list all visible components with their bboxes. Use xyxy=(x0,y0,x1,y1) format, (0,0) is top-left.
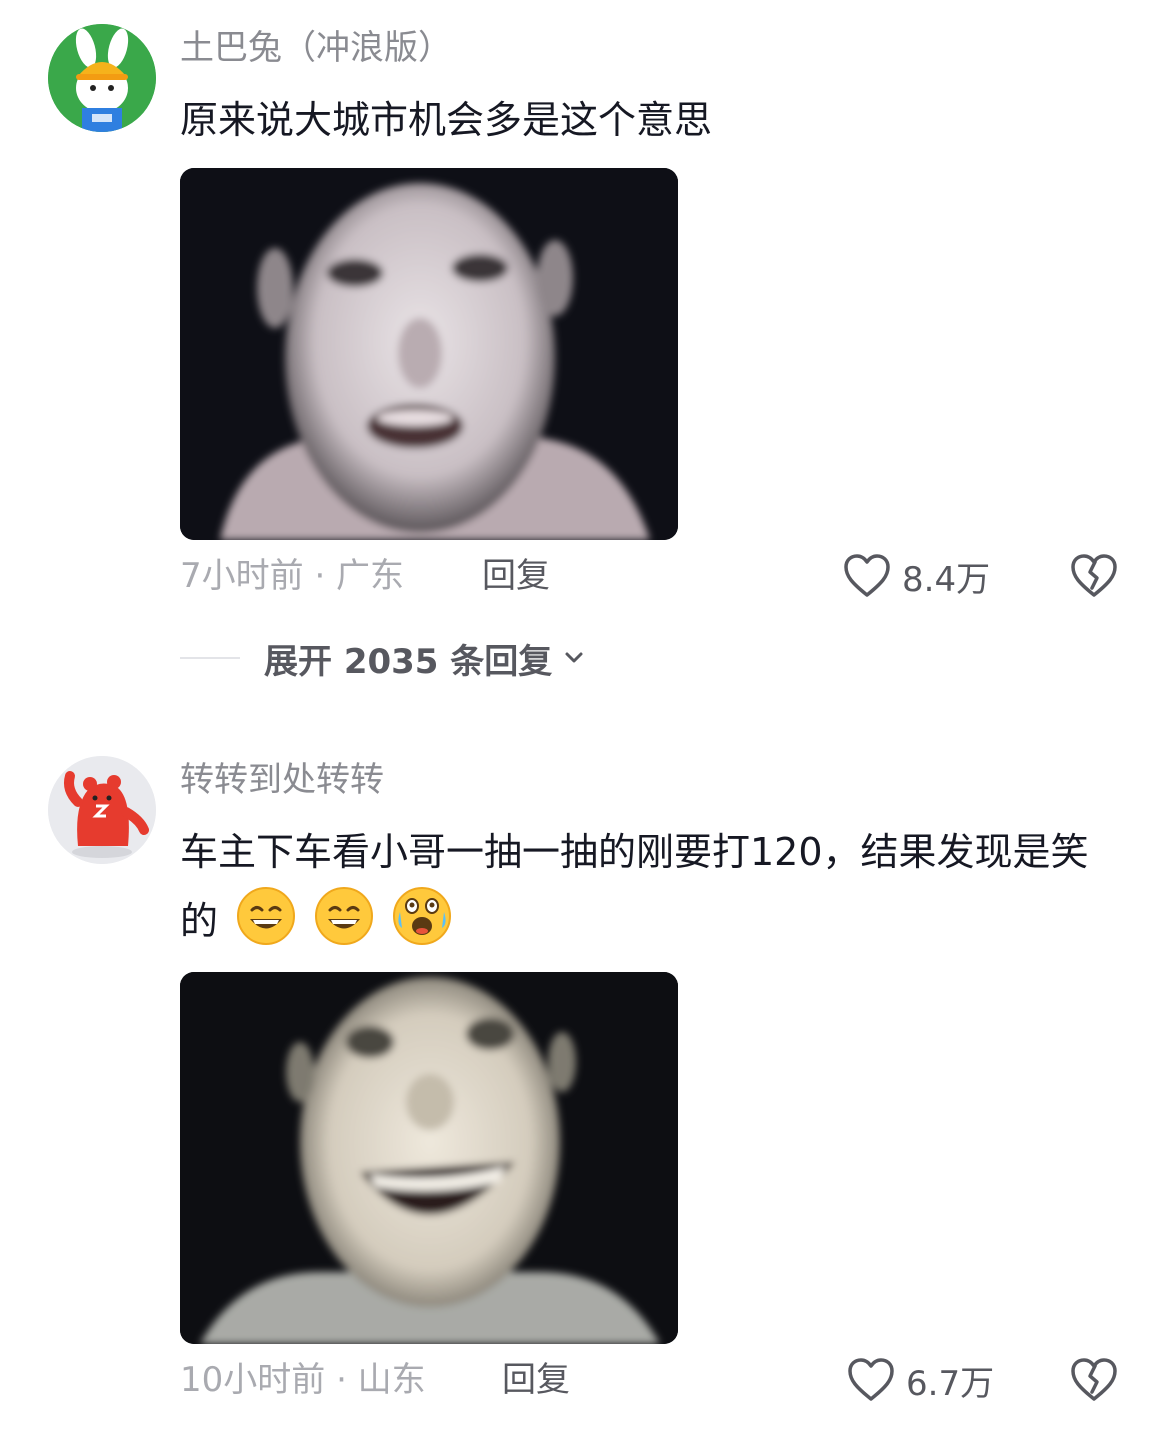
chevron-down-icon xyxy=(565,652,583,663)
like-button[interactable]: 6.7万 xyxy=(846,1356,994,1404)
username[interactable]: 土巴兔（冲浪版） xyxy=(180,26,452,70)
time-location: 10小时前 · 山东 xyxy=(180,1360,426,1400)
like-count: 6.7万 xyxy=(906,1363,995,1404)
time-location: 7小时前 · 广东 xyxy=(180,556,405,596)
dislike-button[interactable] xyxy=(1070,552,1118,600)
like-count: 8.4万 xyxy=(902,559,991,600)
reply-button[interactable]: 回复 xyxy=(482,552,550,600)
avatar[interactable] xyxy=(48,756,156,864)
heart-icon xyxy=(844,554,890,597)
heart-icon xyxy=(848,1358,894,1401)
comment-item: 转转到处转转 车主下车看小哥一抽一抽的刚要打120，结果发现是笑的 10小时前 … xyxy=(0,700,1170,1429)
reply-button[interactable]: 回复 xyxy=(502,1356,570,1404)
username[interactable]: 转转到处转转 xyxy=(180,758,384,802)
face-photo-icon xyxy=(180,972,678,1344)
face-photo-icon xyxy=(180,168,678,540)
red-bear-mascot-icon xyxy=(48,756,156,864)
expand-replies-button[interactable]: 展开 2035 条回复 xyxy=(180,634,586,682)
laugh-cry-emoji-icon xyxy=(393,887,452,945)
comment-item: 土巴兔（冲浪版） 原来说大城市机会多是这个意思 7小时前 · 广东 回复 8.4… xyxy=(0,0,1170,700)
like-button[interactable]: 8.4万 xyxy=(842,552,990,600)
grin-emoji-icon xyxy=(237,887,296,945)
grin-emoji-icon xyxy=(315,887,374,945)
comment-text: 车主下车看小哥一抽一抽的刚要打120，结果发现是笑的 xyxy=(180,818,1110,955)
rabbit-mascot-icon xyxy=(48,24,156,132)
comment-image[interactable] xyxy=(180,972,678,1344)
comment-image[interactable] xyxy=(180,168,678,540)
dislike-button[interactable] xyxy=(1070,1356,1118,1404)
broken-heart-icon xyxy=(1071,554,1117,597)
divider-line xyxy=(180,657,240,659)
comment-text: 原来说大城市机会多是这个意思 xyxy=(180,98,713,142)
expand-replies-label: 展开 2035 条回复 xyxy=(264,641,553,682)
broken-heart-icon xyxy=(1071,1358,1117,1401)
avatar[interactable] xyxy=(48,24,156,132)
